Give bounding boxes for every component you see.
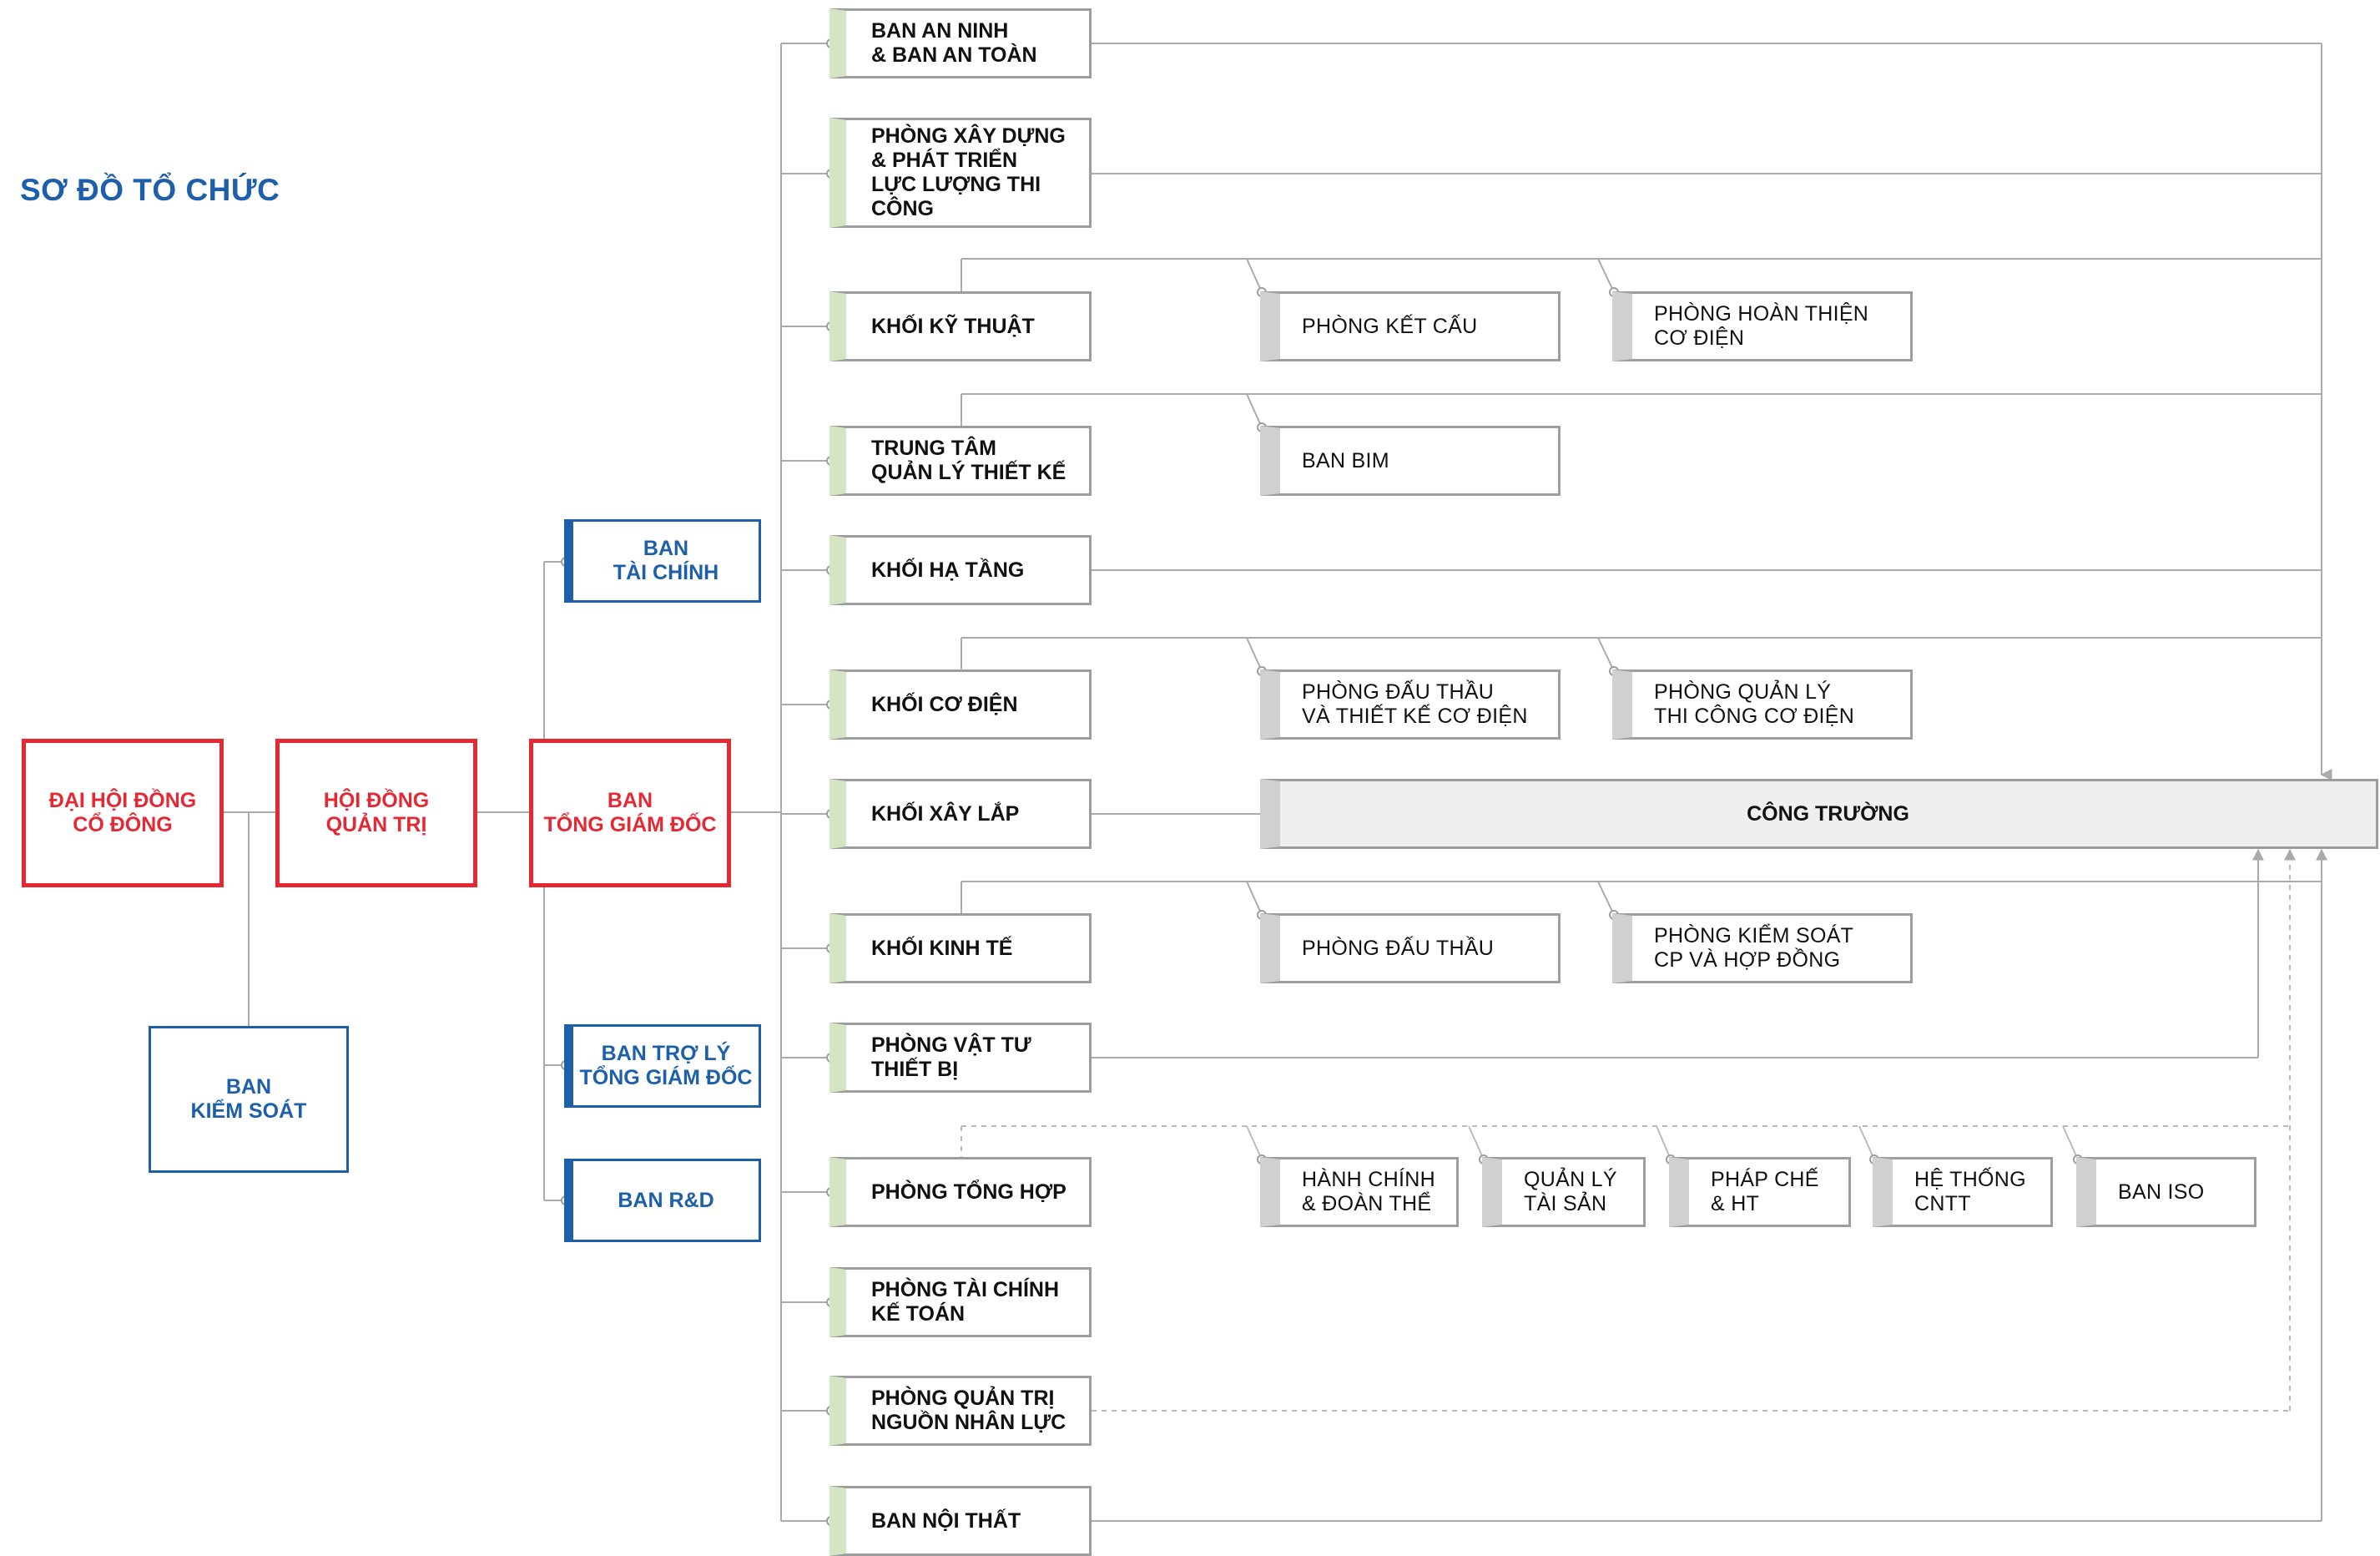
sub-cost-control: PHÒNG KIỂM SOÁT CP VÀ HỢP ĐỒNG <box>1612 913 1913 983</box>
division-infrastructure-label: KHỐI HẠ TẦNG <box>871 558 1025 582</box>
division-hr: PHÒNG QUẢN TRỊ NGUỒN NHÂN LỰC <box>829 1376 1092 1446</box>
division-construction-label: KHỐI XÂY LẮP <box>871 801 1020 826</box>
finance-board-box: BAN TÀI CHÍNH <box>564 519 761 603</box>
sub-assets: QUẢN LÝ TÀI SẢN <box>1482 1157 1646 1227</box>
sub-it-label: HỆ THỐNG CNTT <box>1914 1168 2026 1215</box>
rnd-box: BAN R&D <box>564 1159 761 1242</box>
supervisory-box: BAN KIỂM SOÁT <box>149 1026 349 1173</box>
division-hr-label: PHÒNG QUẢN TRỊ NGUỒN NHÂN LỰC <box>871 1387 1066 1434</box>
board-box: HỘI ĐỒNG QUẢN TRỊ <box>275 739 477 887</box>
division-design-center-label: TRUNG TÂM QUẢN LÝ THIẾT KẾ <box>871 437 1066 484</box>
division-security: BAN AN NINH & BAN AN TOÀN <box>829 8 1092 78</box>
sub-legal: PHÁP CHẾ & HT <box>1669 1157 1851 1227</box>
shareholders-label: ĐẠI HỘI ĐỒNG CỔ ĐÔNG <box>48 789 197 836</box>
page-title: SƠ ĐỒ TỔ CHỨC <box>20 173 280 207</box>
division-economics: KHỐI KINH TẾ <box>829 913 1092 983</box>
assistant-label: BAN TRỢ LÝ TỔNG GIÁM ĐỐC <box>579 1042 753 1089</box>
sub-it: HỆ THỐNG CNTT <box>1873 1157 2053 1227</box>
sub-mep-management: PHÒNG QUẢN LÝ THI CÔNG CƠ ĐIỆN <box>1612 669 1913 740</box>
sub-admin-label: HÀNH CHÍNH & ĐOÀN THỂ <box>1302 1168 1435 1215</box>
division-construction-dev: PHÒNG XÂY DỰNG & PHÁT TRIỂN LỰC LƯỢNG TH… <box>829 118 1092 228</box>
division-materials-label: PHÒNG VẬT TƯ THIẾT BỊ <box>871 1033 1031 1081</box>
division-general-label: PHÒNG TỔNG HỢP <box>871 1180 1066 1204</box>
sub-iso-label: BAN ISO <box>2118 1180 2205 1204</box>
division-infrastructure: KHỐI HẠ TẦNG <box>829 535 1092 605</box>
division-construction: KHỐI XÂY LẮP <box>829 779 1092 849</box>
division-economics-label: KHỐI KINH TẾ <box>871 936 1013 960</box>
sub-finishing-mep: PHÒNG HOÀN THIỆN CƠ ĐIỆN <box>1612 291 1913 361</box>
finance-board-label: BAN TÀI CHÍNH <box>613 537 719 584</box>
construction-site-label: CÔNG TRƯỜNG <box>1747 801 1909 826</box>
division-interior: BAN NỘI THẤT <box>829 1486 1092 1556</box>
ceo-box: BAN TỔNG GIÁM ĐỐC <box>529 739 731 887</box>
sub-admin: HÀNH CHÍNH & ĐOÀN THỂ <box>1260 1157 1459 1227</box>
sub-mep-management-label: PHÒNG QUẢN LÝ THI CÔNG CƠ ĐIỆN <box>1654 680 1855 728</box>
division-engineering: KHỐI KỸ THUẬT <box>829 291 1092 361</box>
construction-site-box: CÔNG TRƯỜNG <box>1260 779 2378 849</box>
sub-bim-label: BAN BIM <box>1302 448 1389 472</box>
sub-finishing-mep-label: PHÒNG HOÀN THIỆN CƠ ĐIỆN <box>1654 302 1869 350</box>
sub-legal-label: PHÁP CHẾ & HT <box>1711 1168 1819 1215</box>
division-materials: PHÒNG VẬT TƯ THIẾT BỊ <box>829 1023 1092 1093</box>
division-mep: KHỐI CƠ ĐIỆN <box>829 669 1092 740</box>
sub-structure-label: PHÒNG KẾT CẤU <box>1302 314 1478 338</box>
ceo-label: BAN TỔNG GIÁM ĐỐC <box>543 789 717 836</box>
division-engineering-label: KHỐI KỸ THUẬT <box>871 314 1035 338</box>
board-label: HỘI ĐỒNG QUẢN TRỊ <box>323 789 430 836</box>
shareholders-box: ĐẠI HỘI ĐỒNG CỔ ĐÔNG <box>22 739 224 887</box>
division-mep-label: KHỐI CƠ ĐIỆN <box>871 692 1018 716</box>
division-construction-dev-label: PHÒNG XÂY DỰNG & PHÁT TRIỂN LỰC LƯỢNG TH… <box>871 124 1066 220</box>
rnd-label: BAN R&D <box>618 1188 714 1212</box>
sub-bidding-label: PHÒNG ĐẤU THẦU <box>1302 936 1495 960</box>
sub-bidding: PHÒNG ĐẤU THẦU <box>1260 913 1561 983</box>
division-accounting: PHÒNG TÀI CHÍNH KẾ TOÁN <box>829 1267 1092 1337</box>
supervisory-label: BAN KIỂM SOÁT <box>190 1075 307 1123</box>
division-general: PHÒNG TỔNG HỢP <box>829 1157 1092 1227</box>
sub-mep-bidding-label: PHÒNG ĐẤU THẦU VÀ THIẾT KẾ CƠ ĐIỆN <box>1302 680 1528 728</box>
sub-cost-control-label: PHÒNG KIỂM SOÁT CP VÀ HỢP ĐỒNG <box>1654 924 1854 972</box>
assistant-box: BAN TRỢ LÝ TỔNG GIÁM ĐỐC <box>564 1024 761 1108</box>
sub-bim: BAN BIM <box>1260 426 1561 496</box>
division-design-center: TRUNG TÂM QUẢN LÝ THIẾT KẾ <box>829 426 1092 496</box>
sub-structure: PHÒNG KẾT CẤU <box>1260 291 1561 361</box>
division-security-label: BAN AN NINH & BAN AN TOÀN <box>871 19 1037 67</box>
division-accounting-label: PHÒNG TÀI CHÍNH KẾ TOÁN <box>871 1278 1059 1326</box>
division-interior-label: BAN NỘI THẤT <box>871 1508 1021 1533</box>
sub-mep-bidding: PHÒNG ĐẤU THẦU VÀ THIẾT KẾ CƠ ĐIỆN <box>1260 669 1561 740</box>
sub-iso: BAN ISO <box>2076 1157 2256 1227</box>
sub-assets-label: QUẢN LÝ TÀI SẢN <box>1524 1168 1617 1215</box>
